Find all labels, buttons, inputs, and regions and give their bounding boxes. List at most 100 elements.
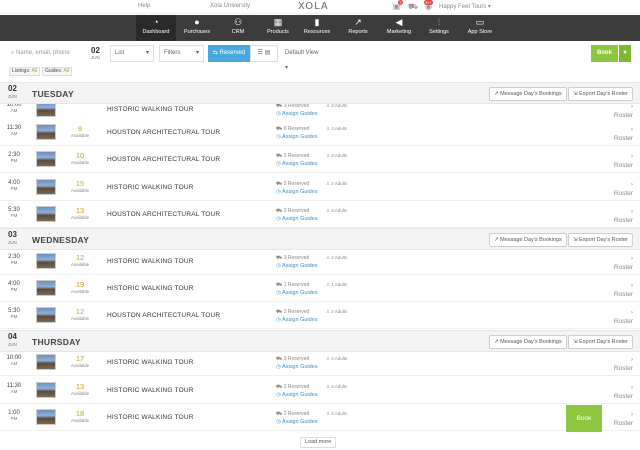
ticket-icon: ⛟ bbox=[276, 153, 284, 159]
cart-icon[interactable]: ⛟ bbox=[408, 2, 418, 11]
tour-name[interactable]: HISTORIC WALKING TOUR bbox=[107, 258, 194, 265]
event-time: 5:30 PM bbox=[5, 308, 23, 320]
export-day-roster-button[interactable]: ⇲ Export Day's Roster bbox=[568, 233, 633, 247]
assign-guides-link[interactable]: ◷ Assign Guides bbox=[276, 290, 318, 296]
book-dropdown-button[interactable]: ▾ bbox=[619, 45, 631, 62]
assign-guides-link[interactable]: ◷ Assign Guides bbox=[276, 364, 318, 370]
reserved-count: ⛟ 3 Reserved bbox=[276, 103, 309, 110]
load-more-button[interactable]: Load more bbox=[300, 437, 337, 448]
tour-thumbnail[interactable] bbox=[36, 253, 56, 269]
nav-marketing[interactable]: ◀ Marketing bbox=[379, 15, 419, 41]
roster-link[interactable]: › Roster bbox=[611, 254, 633, 272]
calendar-toggle[interactable]: ☰ ▤ bbox=[250, 45, 278, 62]
event-time-ampm: AM bbox=[10, 108, 18, 113]
assign-guides-link[interactable]: ◷ Assign Guides bbox=[276, 419, 318, 425]
roster-link[interactable]: › Roster bbox=[611, 207, 633, 225]
chevron-right-icon: › bbox=[630, 309, 633, 316]
assign-guides-link[interactable]: ◷ Assign Guides bbox=[276, 111, 318, 117]
assign-guides-text: Assign Guides bbox=[282, 134, 318, 140]
reserved-toggle[interactable]: ⇆ Reserved bbox=[208, 45, 250, 62]
adults-text: 2 Adults bbox=[331, 255, 348, 260]
nav-dashboard[interactable]: ◔ Dashboard bbox=[136, 15, 176, 41]
export-day-roster-button[interactable]: ⇲ Export Day's Roster bbox=[568, 335, 633, 349]
tour-name[interactable]: HISTORIC WALKING TOUR bbox=[107, 106, 194, 113]
assign-guides-link[interactable]: ◷ Assign Guides bbox=[276, 317, 318, 323]
tour-name[interactable]: HOUSTON ARCHITECTURAL TOUR bbox=[107, 156, 220, 163]
roster-link[interactable]: › Roster bbox=[611, 180, 633, 198]
tour-thumbnail[interactable] bbox=[36, 151, 56, 167]
nav-app-store[interactable]: ▭ App Store bbox=[460, 15, 500, 41]
nav-products[interactable]: ▦ Products bbox=[258, 15, 298, 41]
listings-filter-tag[interactable]: Listings: All bbox=[9, 67, 41, 76]
search-input[interactable]: ⌕ Name, email, phone bbox=[6, 45, 74, 62]
roster-link[interactable]: › Roster bbox=[611, 308, 633, 326]
nav-resources[interactable]: ▮ Resources bbox=[297, 15, 337, 41]
nav-reports[interactable]: ↗ Reports bbox=[338, 15, 378, 41]
filters-select[interactable]: Filters ▾ bbox=[159, 45, 204, 62]
tour-thumbnail[interactable] bbox=[36, 179, 56, 195]
xola-logo[interactable]: XOLA bbox=[298, 1, 329, 12]
availability-label: Available bbox=[70, 289, 90, 294]
reserved-count: ⛟ 2 Reserved bbox=[276, 411, 309, 418]
tour-name[interactable]: HISTORIC WALKING TOUR bbox=[107, 414, 194, 421]
floating-book-button[interactable]: Book bbox=[566, 405, 602, 432]
account-menu[interactable]: Happy Feet Tours ▾ bbox=[439, 3, 491, 10]
tour-thumbnail[interactable] bbox=[36, 307, 56, 323]
assign-guides-link[interactable]: ◷ Assign Guides bbox=[276, 216, 318, 222]
help-link[interactable]: Help bbox=[138, 3, 150, 9]
assign-guides-link[interactable]: ◷ Assign Guides bbox=[276, 161, 318, 167]
default-view-select[interactable]: Default View ▾ bbox=[282, 45, 322, 71]
tour-thumbnail[interactable] bbox=[36, 124, 56, 140]
tour-thumbnail[interactable] bbox=[36, 409, 56, 425]
tour-thumbnail[interactable] bbox=[36, 354, 56, 370]
availability: 19 Available bbox=[69, 281, 91, 295]
roster-link[interactable]: › Roster bbox=[611, 152, 633, 170]
tour-name[interactable]: HISTORIC WALKING TOUR bbox=[107, 387, 194, 394]
nav-label: Reports bbox=[348, 29, 368, 35]
guides-filter-tag[interactable]: Guides: All bbox=[42, 67, 72, 76]
assign-guides-link[interactable]: ◷ Assign Guides bbox=[276, 134, 318, 140]
tour-name[interactable]: HISTORIC WALKING TOUR bbox=[107, 285, 194, 292]
tour-name[interactable]: HISTORIC WALKING TOUR bbox=[107, 359, 194, 366]
roster-text: Roster bbox=[613, 393, 633, 400]
message-day-bookings-button[interactable]: ↗ Message Day's Bookings bbox=[489, 233, 567, 247]
event-time-ampm: PM bbox=[10, 287, 18, 292]
tour-thumbnail[interactable] bbox=[36, 382, 56, 398]
roster-link[interactable]: › Roster bbox=[611, 355, 633, 373]
assign-guides-link[interactable]: ◷ Assign Guides bbox=[276, 392, 318, 398]
tour-thumbnail[interactable] bbox=[36, 280, 56, 296]
event-time: 1:00 PM bbox=[5, 410, 23, 422]
export-day-roster-button[interactable]: ⇲ Export Day's Roster bbox=[568, 87, 633, 101]
assign-guides-link[interactable]: ◷ Assign Guides bbox=[276, 263, 318, 269]
roster-link[interactable]: › Roster bbox=[611, 383, 633, 401]
availability-count: 15 bbox=[75, 179, 85, 188]
view-mode-select[interactable]: List ▾ bbox=[110, 45, 154, 62]
book-button[interactable]: Book bbox=[591, 45, 618, 62]
listings-tag-label: Listings bbox=[12, 68, 29, 74]
view-mode-value: List bbox=[115, 50, 125, 56]
message-day-bookings-button[interactable]: ↗ Message Day's Bookings bbox=[489, 335, 567, 349]
tour-thumbnail[interactable] bbox=[36, 206, 56, 222]
booking-row: 5:30 PM 12 Available HOUSTON ARCHITECTURAL T… bbox=[0, 302, 640, 329]
availability-label: Available bbox=[70, 215, 90, 220]
roster-link[interactable]: › Roster bbox=[611, 102, 633, 120]
date-picker[interactable]: 02 JUN bbox=[91, 46, 100, 61]
nav-settings[interactable]: ⫶ Settings bbox=[419, 15, 459, 41]
assign-guides-link[interactable]: ◷ Assign Guides bbox=[276, 189, 318, 195]
nav-crm[interactable]: ⚇ CRM bbox=[218, 15, 258, 41]
day-month: JUN bbox=[8, 342, 17, 347]
roster-link[interactable]: › Roster bbox=[611, 281, 633, 299]
tour-name[interactable]: HOUSTON ARCHITECTURAL TOUR bbox=[107, 312, 220, 319]
event-time: 2:30 PM bbox=[5, 152, 23, 164]
date-day: 02 bbox=[91, 46, 100, 55]
availability-count: 18 bbox=[75, 409, 85, 418]
university-link[interactable]: Xola University bbox=[210, 3, 250, 9]
nav-purchases[interactable]: ● Purchases bbox=[177, 15, 217, 41]
roster-link[interactable]: › Roster bbox=[611, 410, 633, 428]
roster-link[interactable]: › Roster bbox=[611, 125, 633, 143]
tour-name[interactable]: HOUSTON ARCHITECTURAL TOUR bbox=[107, 211, 220, 218]
message-day-bookings-button[interactable]: ↗ Message Day's Bookings bbox=[489, 87, 567, 101]
tour-name[interactable]: HISTORIC WALKING TOUR bbox=[107, 184, 194, 191]
availability-count: 17 bbox=[75, 354, 85, 363]
tour-name[interactable]: HOUSTON ARCHITECTURAL TOUR bbox=[107, 129, 220, 136]
